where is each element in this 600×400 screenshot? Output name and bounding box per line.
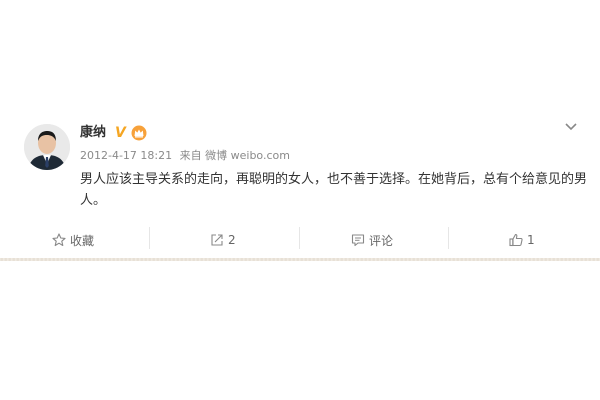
- favorite-button[interactable]: 收藏: [52, 225, 94, 255]
- avatar[interactable]: [24, 124, 70, 170]
- action-divider: [299, 227, 300, 249]
- post-timestamp[interactable]: 2012-4-17 18:21: [80, 149, 172, 162]
- favorite-label: 收藏: [70, 233, 95, 248]
- repost-icon: [210, 233, 224, 247]
- like-button[interactable]: 1: [509, 225, 535, 255]
- repost-count: 2: [228, 233, 236, 247]
- comment-icon: [351, 233, 365, 247]
- chevron-down-icon[interactable]: [563, 118, 579, 134]
- weibo-post-card: 康纳 V 2012-4-17 18:21 来自 微博 weibo.com 男人应…: [0, 0, 600, 262]
- action-bar: 收藏 2 评论 1: [0, 225, 600, 255]
- post-text: 男人应该主导关系的走向，再聪明的女人，也不善于选择。在她背后，总有个给意见的男人…: [80, 172, 588, 208]
- like-count: 1: [527, 233, 535, 247]
- thumbs-up-icon: [509, 233, 523, 247]
- star-icon: [52, 233, 66, 247]
- action-divider: [149, 227, 150, 249]
- repost-button[interactable]: 2: [210, 225, 236, 255]
- action-divider: [448, 227, 449, 249]
- comment-button[interactable]: 评论: [351, 225, 393, 255]
- comment-label: 评论: [369, 233, 394, 248]
- source-prefix: 来自: [179, 149, 202, 162]
- verified-badge: V: [115, 125, 126, 141]
- crown-icon: [131, 125, 147, 141]
- card-bottom-border: [0, 258, 600, 261]
- post-meta: 2012-4-17 18:21 来自 微博 weibo.com: [80, 148, 294, 164]
- post-source[interactable]: 微博 weibo.com: [205, 149, 290, 162]
- username[interactable]: 康纳: [80, 124, 106, 142]
